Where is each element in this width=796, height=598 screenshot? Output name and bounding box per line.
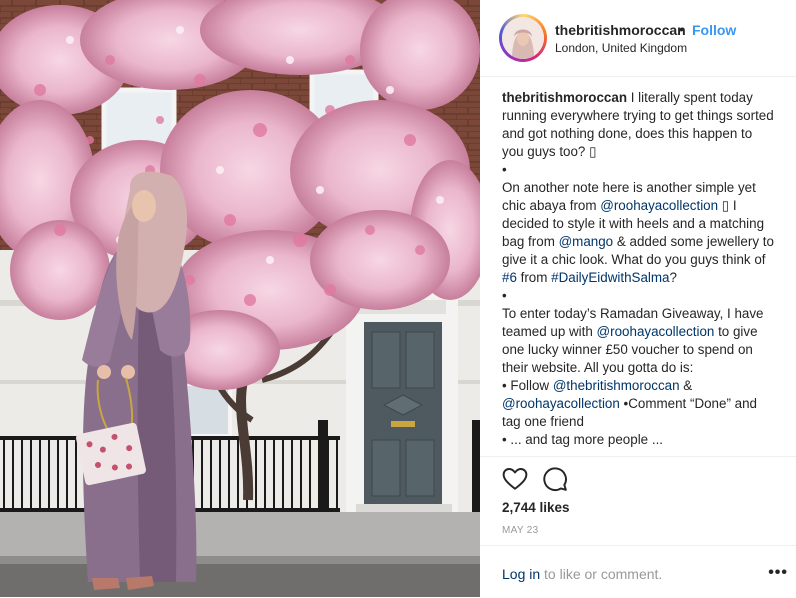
mention-thebritishmoroccan[interactable]: @thebritishmoroccan xyxy=(553,378,680,393)
login-prompt: Log in to like or comment. xyxy=(502,566,662,582)
hashtag-6[interactable]: #6 xyxy=(502,270,517,285)
heart-icon[interactable] xyxy=(502,466,528,492)
caption: thebritishmoroccan I literally spent tod… xyxy=(502,89,777,455)
post-photo[interactable] xyxy=(0,0,480,597)
caption-paragraph-2: On another note here is another simple y… xyxy=(502,179,777,287)
caption-paragraph-3: To enter today’s Ramadan Giveaway, I hav… xyxy=(502,305,777,377)
comment-icon[interactable] xyxy=(542,466,568,492)
post-username[interactable]: thebritishmoroccan xyxy=(555,22,686,38)
post-side-panel: thebritishmoroccan • Follow London, Unit… xyxy=(480,0,796,597)
login-link[interactable]: Log in xyxy=(502,566,540,582)
avatar[interactable] xyxy=(499,14,547,62)
caption-bullet-2: • xyxy=(502,288,507,303)
caption-text: from xyxy=(516,270,552,285)
caption-paragraph-5: • ... and tag more people ... xyxy=(502,432,664,447)
likes-count[interactable]: 2,744 likes xyxy=(502,500,570,515)
post-actions xyxy=(480,456,796,499)
caption-username[interactable]: thebritishmoroccan xyxy=(502,90,627,105)
photo-illustration xyxy=(0,0,480,597)
post-footer: Log in to like or comment. ••• xyxy=(480,545,796,598)
caption-text: ? xyxy=(669,270,677,285)
mention-roohayacollection[interactable]: @roohayacollection xyxy=(597,324,715,339)
caption-paragraph-4: • Follow @thebritishmoroccan & @roohayac… xyxy=(502,377,777,431)
mention-mango[interactable]: @mango xyxy=(559,234,614,249)
mention-roohayacollection[interactable]: @roohayacollection xyxy=(600,198,718,213)
caption-bullet-1: • xyxy=(502,162,507,177)
hashtag-dailyeidwithsalma[interactable]: #DailyEidwithSalma xyxy=(551,270,669,285)
header-separator: • xyxy=(679,21,684,37)
avatar-image xyxy=(502,17,544,59)
more-options-icon[interactable]: ••• xyxy=(768,564,788,582)
post-location[interactable]: London, United Kingdom xyxy=(555,41,687,55)
post-header: thebritishmoroccan • Follow London, Unit… xyxy=(480,0,796,77)
login-suffix: to like or comment. xyxy=(540,566,663,582)
post-date[interactable]: MAY 23 xyxy=(502,525,538,536)
mention-roohayacollection[interactable]: @roohayacollection xyxy=(502,396,620,411)
caption-text: • Follow xyxy=(502,378,553,393)
caption-text: & xyxy=(679,378,693,393)
caption-paragraph-1: thebritishmoroccan I literally spent tod… xyxy=(502,89,777,161)
follow-button[interactable]: Follow xyxy=(692,22,736,38)
